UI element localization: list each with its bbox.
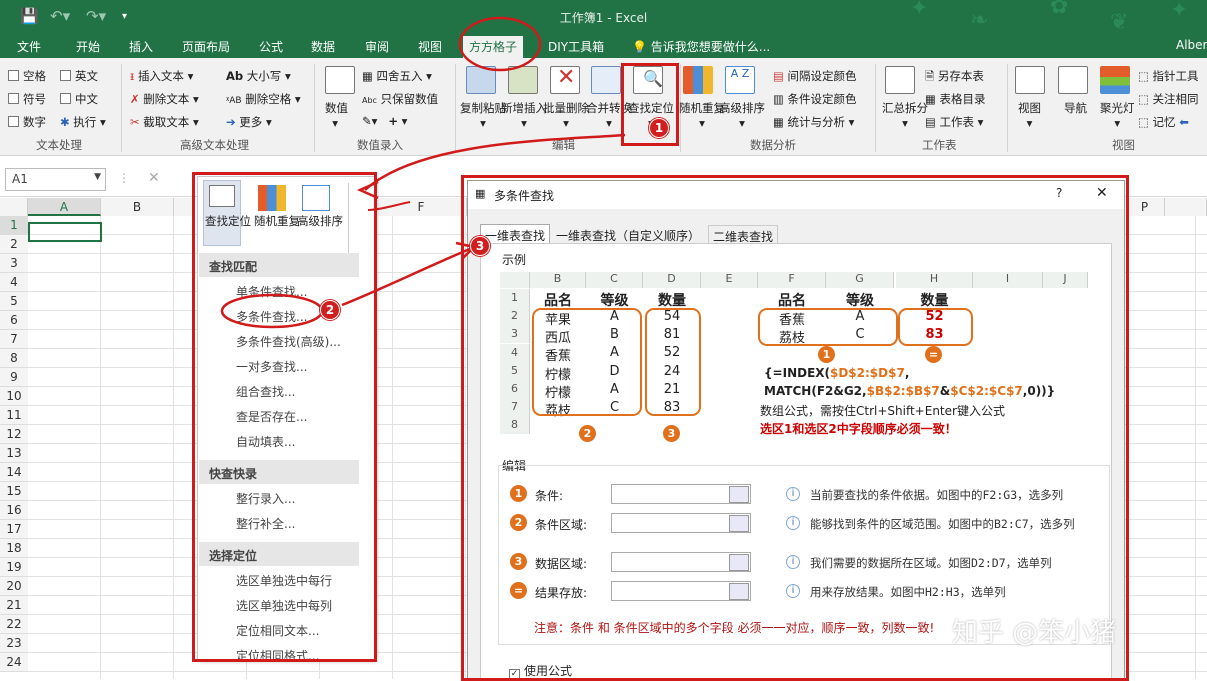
callout-3: 3 xyxy=(470,236,490,256)
arrowhead-1 xyxy=(356,180,379,200)
scribble-mark xyxy=(367,201,411,211)
annotation-overlay xyxy=(220,16,626,329)
arrow-item-to-dialog xyxy=(341,246,473,307)
oval-multi-condition xyxy=(220,293,324,329)
watermark: 知乎 @笨小猪 xyxy=(952,618,1117,648)
arrow-find-to-dropdown xyxy=(364,133,626,191)
callout-1: 1 xyxy=(649,118,669,138)
oval-fangfang-tab xyxy=(458,16,542,72)
callout-2: 2 xyxy=(320,300,340,320)
